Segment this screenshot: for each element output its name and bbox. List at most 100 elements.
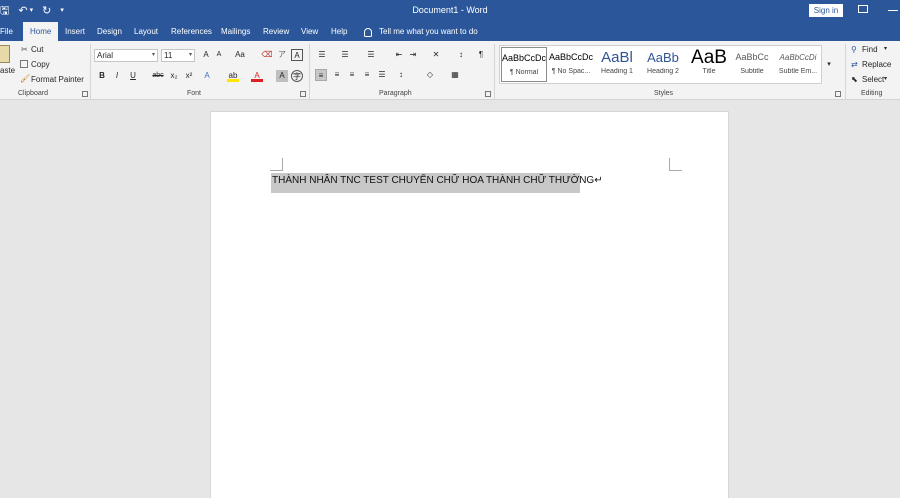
- document-page[interactable]: THÀNH NHÂN TNC TEST CHUYỂN CHỮ HOA THÀNH…: [210, 111, 729, 498]
- asian-layout-icon[interactable]: ✕: [430, 49, 442, 61]
- sort-icon[interactable]: ↕: [455, 49, 467, 61]
- align-left-icon[interactable]: ≡: [315, 69, 327, 81]
- style-title[interactable]: AaB Title: [686, 47, 732, 82]
- chevron-down-icon[interactable]: ▾: [884, 75, 887, 82]
- styles-dialog-launcher[interactable]: [835, 91, 841, 97]
- find-icon[interactable]: ⚲: [851, 45, 857, 54]
- tab-design[interactable]: Design: [97, 25, 122, 39]
- font-size-select[interactable]: 11 ▾: [161, 49, 195, 62]
- font-color-button[interactable]: A: [251, 70, 263, 82]
- line-spacing-icon[interactable]: ↕: [395, 69, 407, 81]
- text-effects-button[interactable]: A: [201, 70, 213, 82]
- style-heading-1[interactable]: AaBl Heading 1: [594, 47, 640, 82]
- strikethrough-button[interactable]: abc: [150, 70, 166, 82]
- replace-icon[interactable]: ⇄: [851, 60, 858, 69]
- group-divider: [494, 44, 495, 99]
- copy-icon[interactable]: [20, 60, 28, 68]
- style-name: Subtle Em...: [778, 68, 818, 75]
- lightbulb-icon: [364, 27, 372, 37]
- select-icon[interactable]: ⬉: [851, 75, 858, 84]
- font-dialog-launcher[interactable]: [300, 91, 306, 97]
- highlight-color-icon[interactable]: ab: [227, 70, 239, 82]
- align-right-icon[interactable]: ≡: [346, 69, 358, 81]
- bold-button[interactable]: B: [96, 70, 108, 82]
- change-case-button[interactable]: Aa: [231, 49, 249, 61]
- bullets-icon[interactable]: ☰: [316, 49, 328, 61]
- editing-group-label: Editing: [861, 90, 883, 97]
- tell-me-search[interactable]: Tell me what you want to do: [364, 25, 478, 39]
- paragraph-group-label: Paragraph: [379, 90, 412, 97]
- chevron-down-icon: ▾: [151, 52, 155, 58]
- sign-in-button[interactable]: Sign in: [809, 4, 843, 17]
- cut-button[interactable]: Cut: [31, 45, 43, 54]
- margin-corner-mark: [270, 158, 283, 171]
- distributed-icon[interactable]: ☰: [376, 69, 388, 81]
- document-text[interactable]: THÀNH NHÂN TNC TEST CHUYỂN CHỮ HOA THÀNH…: [272, 175, 603, 186]
- style-preview: AaBl: [601, 49, 633, 66]
- multilevel-list-icon[interactable]: ☰: [365, 49, 377, 61]
- tab-help[interactable]: Help: [331, 25, 347, 39]
- group-divider: [90, 44, 91, 99]
- tab-layout[interactable]: Layout: [134, 25, 158, 39]
- tab-references[interactable]: References: [171, 25, 212, 39]
- style-subtle-emphasis[interactable]: AaBbCcDi Subtle Em...: [775, 47, 821, 82]
- style-preview: AaBbCcDc: [548, 52, 593, 62]
- show-formatting-marks-icon[interactable]: ¶: [475, 49, 487, 61]
- style-name: Subtitle: [740, 68, 764, 75]
- margin-corner-mark: [669, 158, 682, 171]
- style-no-spacing[interactable]: AaBbCcDc ¶ No Spac...: [548, 47, 594, 82]
- style-subtitle[interactable]: AaBbCc Subtitle: [729, 47, 775, 82]
- shading-icon[interactable]: ◇: [424, 69, 436, 81]
- tab-home[interactable]: Home: [23, 22, 59, 41]
- font-group-label: Font: [187, 90, 202, 97]
- select-button[interactable]: Select: [862, 75, 884, 84]
- tab-view[interactable]: View: [301, 25, 318, 39]
- styles-more-icon[interactable]: ▾: [821, 45, 836, 84]
- format-painter-button[interactable]: Format Painter: [31, 75, 84, 84]
- replace-button[interactable]: Replace: [862, 60, 891, 69]
- style-name: Heading 2: [647, 68, 679, 75]
- align-center-icon[interactable]: ≡: [331, 69, 343, 81]
- decrease-indent-icon[interactable]: ⇤: [393, 49, 405, 61]
- chevron-down-icon[interactable]: ▾: [884, 45, 887, 52]
- grow-font-button[interactable]: A: [200, 49, 212, 61]
- enclose-characters-button[interactable]: A: [291, 49, 303, 61]
- minimize-icon[interactable]: [888, 10, 898, 11]
- ribbon: aste ✂ Cut Copy 🖌 Format Painter Clipboa…: [0, 41, 900, 100]
- paste-button[interactable]: aste: [0, 66, 15, 75]
- ribbon-display-options-icon[interactable]: [858, 5, 868, 13]
- enclose-character-icon[interactable]: 字: [291, 70, 303, 82]
- group-divider: [845, 44, 846, 99]
- character-shading-button[interactable]: A: [276, 70, 288, 82]
- copy-button[interactable]: Copy: [31, 60, 50, 69]
- superscript-button[interactable]: x²: [183, 70, 195, 82]
- cut-icon[interactable]: ✂: [21, 45, 28, 54]
- subscript-button[interactable]: x₂: [168, 70, 180, 82]
- style-name: ¶ Normal: [509, 69, 539, 76]
- numbering-icon[interactable]: ☰: [339, 49, 351, 61]
- format-painter-icon[interactable]: 🖌: [20, 74, 30, 83]
- paragraph-dialog-launcher[interactable]: [485, 91, 491, 97]
- paste-icon[interactable]: [0, 45, 10, 63]
- font-size-value: 11: [164, 51, 173, 60]
- tab-review[interactable]: Review: [263, 25, 289, 39]
- style-heading-2[interactable]: AaBb Heading 2: [640, 47, 686, 82]
- find-button[interactable]: Find: [862, 45, 878, 54]
- style-normal[interactable]: AaBbCcDc ¶ Normal: [501, 47, 547, 82]
- phonetic-guide-icon[interactable]: ア: [276, 49, 288, 61]
- clear-formatting-icon[interactable]: ⌫: [261, 49, 273, 61]
- tab-insert[interactable]: Insert: [65, 25, 85, 39]
- borders-icon[interactable]: ▦: [449, 69, 461, 81]
- font-name-select[interactable]: Arial ▾: [94, 49, 158, 62]
- underline-button[interactable]: U: [127, 70, 139, 82]
- tab-mailings[interactable]: Mailings: [221, 25, 250, 39]
- tell-me-text: Tell me what you want to do: [379, 27, 478, 36]
- increase-indent-icon[interactable]: ⇥: [407, 49, 419, 61]
- style-preview: AaBbCcDi: [779, 53, 817, 62]
- justify-icon[interactable]: ≡: [361, 69, 373, 81]
- italic-button[interactable]: I: [111, 70, 123, 82]
- style-name: ¶ No Spac...: [551, 68, 591, 75]
- tab-file[interactable]: File: [0, 25, 13, 39]
- shrink-font-button[interactable]: A: [213, 49, 225, 61]
- clipboard-dialog-launcher[interactable]: [82, 91, 88, 97]
